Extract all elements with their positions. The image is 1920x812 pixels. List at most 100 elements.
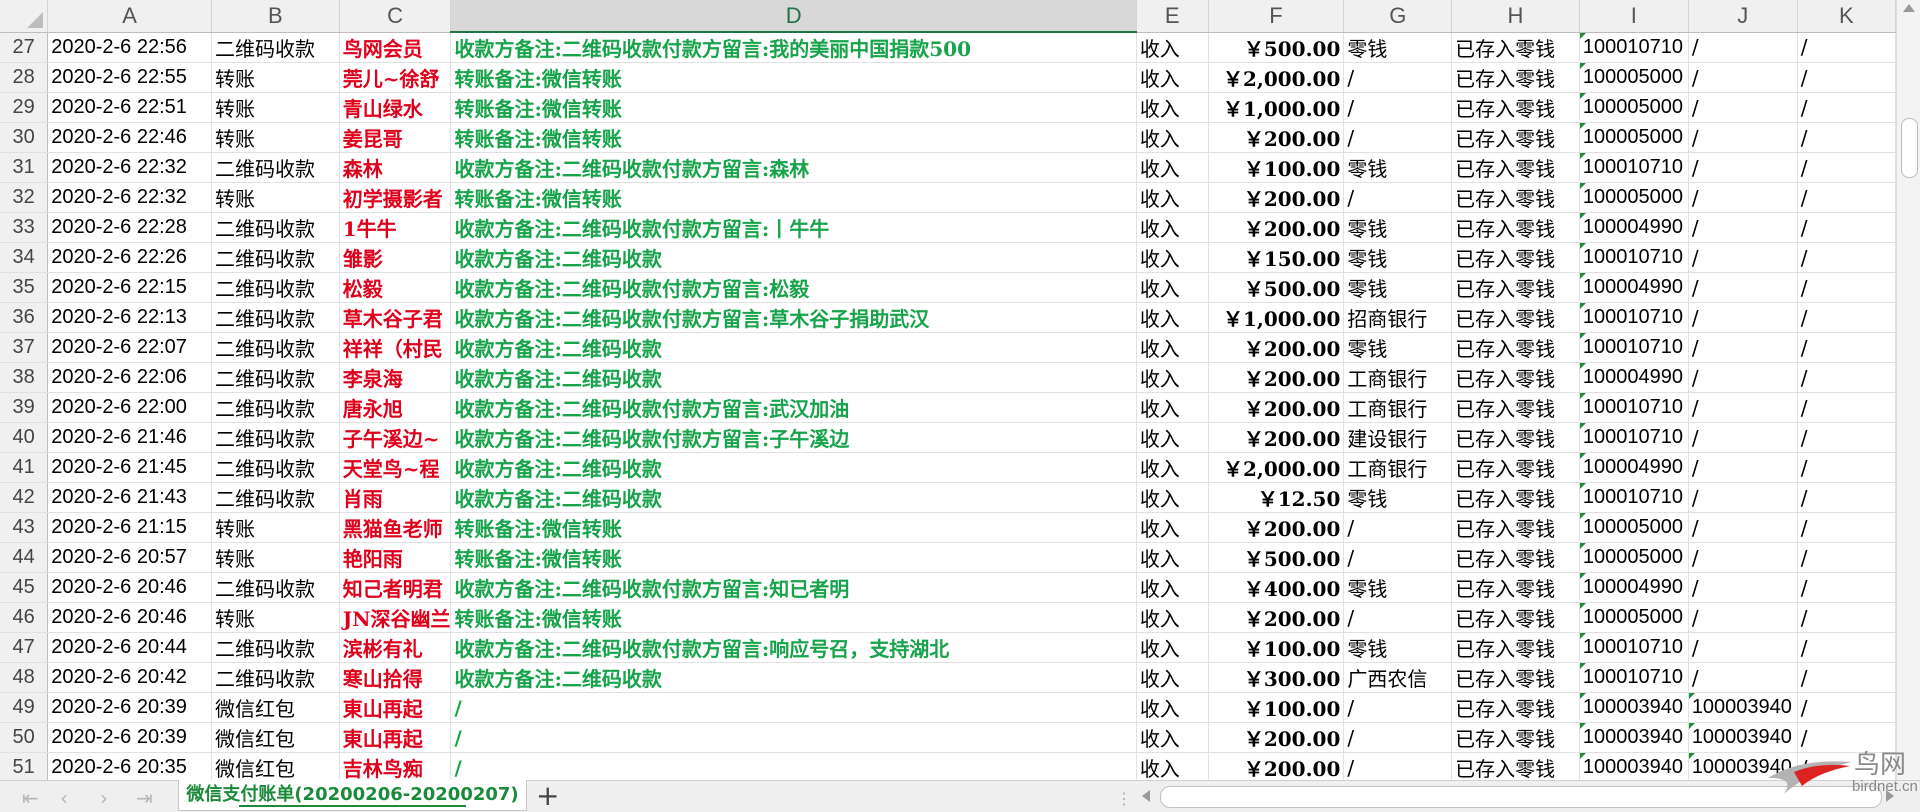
note-cell[interactable]: 收款方备注:二维码收款 xyxy=(450,362,1137,393)
amount-cell[interactable]: ￥400.00 xyxy=(1208,572,1345,603)
time-cell[interactable]: 2020-2-6 20:57 xyxy=(47,542,212,573)
column-header-b[interactable]: B xyxy=(211,0,340,33)
time-cell[interactable]: 2020-2-6 20:35 xyxy=(47,752,212,780)
status-cell[interactable]: 已存入零钱 xyxy=(1451,332,1580,363)
note-cell[interactable]: 转账备注:微信转账 xyxy=(450,122,1137,153)
direction-cell[interactable]: 收入 xyxy=(1136,452,1209,483)
note-cell[interactable]: 转账备注:微信转账 xyxy=(450,542,1137,573)
remark-cell[interactable]: / xyxy=(1797,122,1896,153)
method-cell[interactable]: 零钱 xyxy=(1343,32,1453,63)
time-cell[interactable]: 2020-2-6 22:28 xyxy=(47,212,212,243)
type-cell[interactable]: 微信红包 xyxy=(211,692,340,723)
payer-cell[interactable]: 森林 xyxy=(339,152,452,183)
method-cell[interactable]: 广西农信 xyxy=(1343,662,1453,693)
amount-cell[interactable]: ￥200.00 xyxy=(1208,332,1345,363)
merchant-id-cell[interactable]: / xyxy=(1688,242,1798,273)
status-cell[interactable]: 已存入零钱 xyxy=(1451,752,1580,780)
remark-cell[interactable]: / xyxy=(1797,332,1896,363)
status-cell[interactable]: 已存入零钱 xyxy=(1451,632,1580,663)
merchant-id-cell[interactable]: / xyxy=(1688,302,1798,333)
amount-cell[interactable]: ￥200.00 xyxy=(1208,122,1345,153)
method-cell[interactable]: / xyxy=(1343,512,1453,543)
merchant-id-cell[interactable]: / xyxy=(1688,632,1798,663)
row-header[interactable]: 35 xyxy=(0,272,49,303)
remark-cell[interactable]: / xyxy=(1797,92,1896,123)
merchant-id-cell[interactable]: / xyxy=(1688,662,1798,693)
note-cell[interactable]: / xyxy=(450,722,1137,753)
select-all-corner[interactable] xyxy=(0,0,49,33)
remark-cell[interactable]: / xyxy=(1797,422,1896,453)
payer-cell[interactable]: 東山再起 xyxy=(339,722,452,753)
status-cell[interactable]: 已存入零钱 xyxy=(1451,602,1580,633)
column-header-g[interactable]: G xyxy=(1343,0,1453,33)
status-cell[interactable]: 已存入零钱 xyxy=(1451,92,1580,123)
transaction-id-cell[interactable]: 100010710 xyxy=(1579,482,1689,513)
note-cell[interactable]: 收款方备注:二维码收款付款方留言:松毅 xyxy=(450,272,1137,303)
row-header[interactable]: 40 xyxy=(0,422,49,453)
payer-cell[interactable]: 子午溪边~ xyxy=(339,422,452,453)
column-header-i[interactable]: I xyxy=(1579,0,1689,33)
method-cell[interactable]: 招商银行 xyxy=(1343,302,1453,333)
amount-cell[interactable]: ￥2,000.00 xyxy=(1208,452,1345,483)
remark-cell[interactable]: / xyxy=(1797,662,1896,693)
transaction-id-cell[interactable]: 100010710 xyxy=(1579,32,1689,63)
merchant-id-cell[interactable]: / xyxy=(1688,482,1798,513)
payer-cell[interactable]: 姜昆哥 xyxy=(339,122,452,153)
status-cell[interactable]: 已存入零钱 xyxy=(1451,152,1580,183)
transaction-id-cell[interactable]: 100005000 xyxy=(1579,182,1689,213)
method-cell[interactable]: / xyxy=(1343,182,1453,213)
time-cell[interactable]: 2020-2-6 22:26 xyxy=(47,242,212,273)
time-cell[interactable]: 2020-2-6 22:56 xyxy=(47,32,212,63)
remark-cell[interactable]: / xyxy=(1797,692,1896,723)
payer-cell[interactable]: JN深谷幽兰 xyxy=(339,602,452,633)
direction-cell[interactable]: 收入 xyxy=(1136,332,1209,363)
time-cell[interactable]: 2020-2-6 21:45 xyxy=(47,452,212,483)
type-cell[interactable]: 二维码收款 xyxy=(211,302,340,333)
transaction-id-cell[interactable]: 100005000 xyxy=(1579,62,1689,93)
row-header[interactable]: 31 xyxy=(0,152,49,183)
status-cell[interactable]: 已存入零钱 xyxy=(1451,542,1580,573)
transaction-id-cell[interactable]: 100010710 xyxy=(1579,242,1689,273)
method-cell[interactable]: 零钱 xyxy=(1343,632,1453,663)
payer-cell[interactable]: 天堂鸟~程 xyxy=(339,452,452,483)
vertical-scrollbar[interactable] xyxy=(1896,0,1920,780)
type-cell[interactable]: 二维码收款 xyxy=(211,572,340,603)
merchant-id-cell[interactable]: / xyxy=(1688,542,1798,573)
amount-cell[interactable]: ￥200.00 xyxy=(1208,422,1345,453)
note-cell[interactable]: 转账备注:微信转账 xyxy=(450,62,1137,93)
remark-cell[interactable]: / xyxy=(1797,272,1896,303)
add-sheet-icon[interactable]: + xyxy=(536,781,559,811)
time-cell[interactable]: 2020-2-6 20:39 xyxy=(47,722,212,753)
payer-cell[interactable]: 唐永旭 xyxy=(339,392,452,423)
note-cell[interactable]: 收款方备注:二维码收款 xyxy=(450,482,1137,513)
remark-cell[interactable]: / xyxy=(1797,62,1896,93)
status-cell[interactable]: 已存入零钱 xyxy=(1451,512,1580,543)
remark-cell[interactable]: / xyxy=(1797,452,1896,483)
payer-cell[interactable]: 祥祥（村民 xyxy=(339,332,452,363)
merchant-id-cell[interactable]: / xyxy=(1688,122,1798,153)
method-cell[interactable]: / xyxy=(1343,542,1453,573)
scroll-up-arrow-icon[interactable] xyxy=(1903,4,1915,12)
method-cell[interactable]: / xyxy=(1343,752,1453,780)
time-cell[interactable]: 2020-2-6 22:46 xyxy=(47,122,212,153)
direction-cell[interactable]: 收入 xyxy=(1136,542,1209,573)
type-cell[interactable]: 转账 xyxy=(211,122,340,153)
time-cell[interactable]: 2020-2-6 22:00 xyxy=(47,392,212,423)
time-cell[interactable]: 2020-2-6 22:06 xyxy=(47,362,212,393)
note-cell[interactable]: 收款方备注:二维码收款付款方留言:武汉加油 xyxy=(450,392,1137,423)
merchant-id-cell[interactable]: / xyxy=(1688,32,1798,63)
amount-cell[interactable]: ￥200.00 xyxy=(1208,182,1345,213)
last-sheet-icon[interactable]: ⇥ xyxy=(136,786,153,810)
method-cell[interactable]: / xyxy=(1343,692,1453,723)
transaction-id-cell[interactable]: 100010710 xyxy=(1579,332,1689,363)
row-header[interactable]: 36 xyxy=(0,302,49,333)
type-cell[interactable]: 二维码收款 xyxy=(211,32,340,63)
amount-cell[interactable]: ￥200.00 xyxy=(1208,752,1345,780)
amount-cell[interactable]: ￥200.00 xyxy=(1208,392,1345,423)
column-header-f[interactable]: F xyxy=(1208,0,1345,33)
remark-cell[interactable]: / xyxy=(1797,602,1896,633)
payer-cell[interactable]: 1牛牛 xyxy=(339,212,452,243)
amount-cell[interactable]: ￥2,000.00 xyxy=(1208,62,1345,93)
status-cell[interactable]: 已存入零钱 xyxy=(1451,302,1580,333)
status-cell[interactable]: 已存入零钱 xyxy=(1451,242,1580,273)
